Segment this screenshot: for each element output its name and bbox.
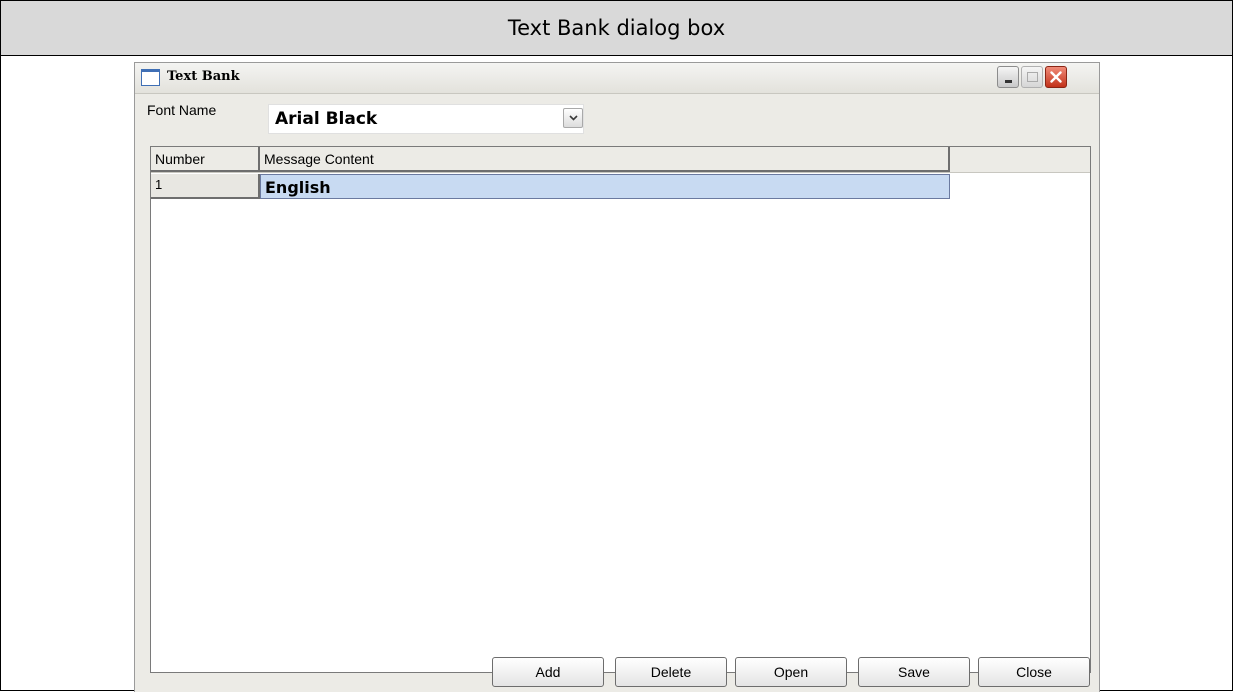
chevron-down-icon[interactable] [563, 108, 583, 128]
title-bar[interactable]: Text Bank [135, 63, 1099, 94]
close-window-icon[interactable] [1045, 66, 1067, 88]
delete-button[interactable]: Delete [615, 657, 727, 687]
text-bank-dialog: Text Bank Font Name Arial Black Number M… [134, 62, 1100, 692]
document-frame: Text Bank dialog box Text Bank Font Name… [0, 0, 1233, 692]
maximize-icon[interactable] [1021, 66, 1043, 88]
column-header-message-content[interactable]: Message Content [260, 147, 950, 172]
row-number-cell[interactable]: 1 [151, 174, 260, 199]
font-name-label: Font Name [147, 102, 217, 118]
column-header-number[interactable]: Number [151, 147, 260, 172]
minimize-icon[interactable] [997, 66, 1019, 88]
window-title: Text Bank [167, 69, 240, 84]
close-button[interactable]: Close [978, 657, 1090, 687]
font-name-select[interactable]: Arial Black [268, 104, 584, 134]
figure-caption: Text Bank dialog box [1, 1, 1232, 56]
save-button[interactable]: Save [858, 657, 970, 687]
add-button[interactable]: Add [492, 657, 604, 687]
font-name-value: Arial Black [275, 109, 378, 129]
message-grid[interactable]: Number Message Content 1 English [150, 146, 1091, 673]
message-content-cell[interactable]: English [260, 174, 950, 199]
open-button[interactable]: Open [735, 657, 847, 687]
grid-header: Number Message Content [151, 147, 1090, 173]
window-icon [141, 69, 160, 86]
table-row[interactable]: 1 English [151, 174, 950, 199]
